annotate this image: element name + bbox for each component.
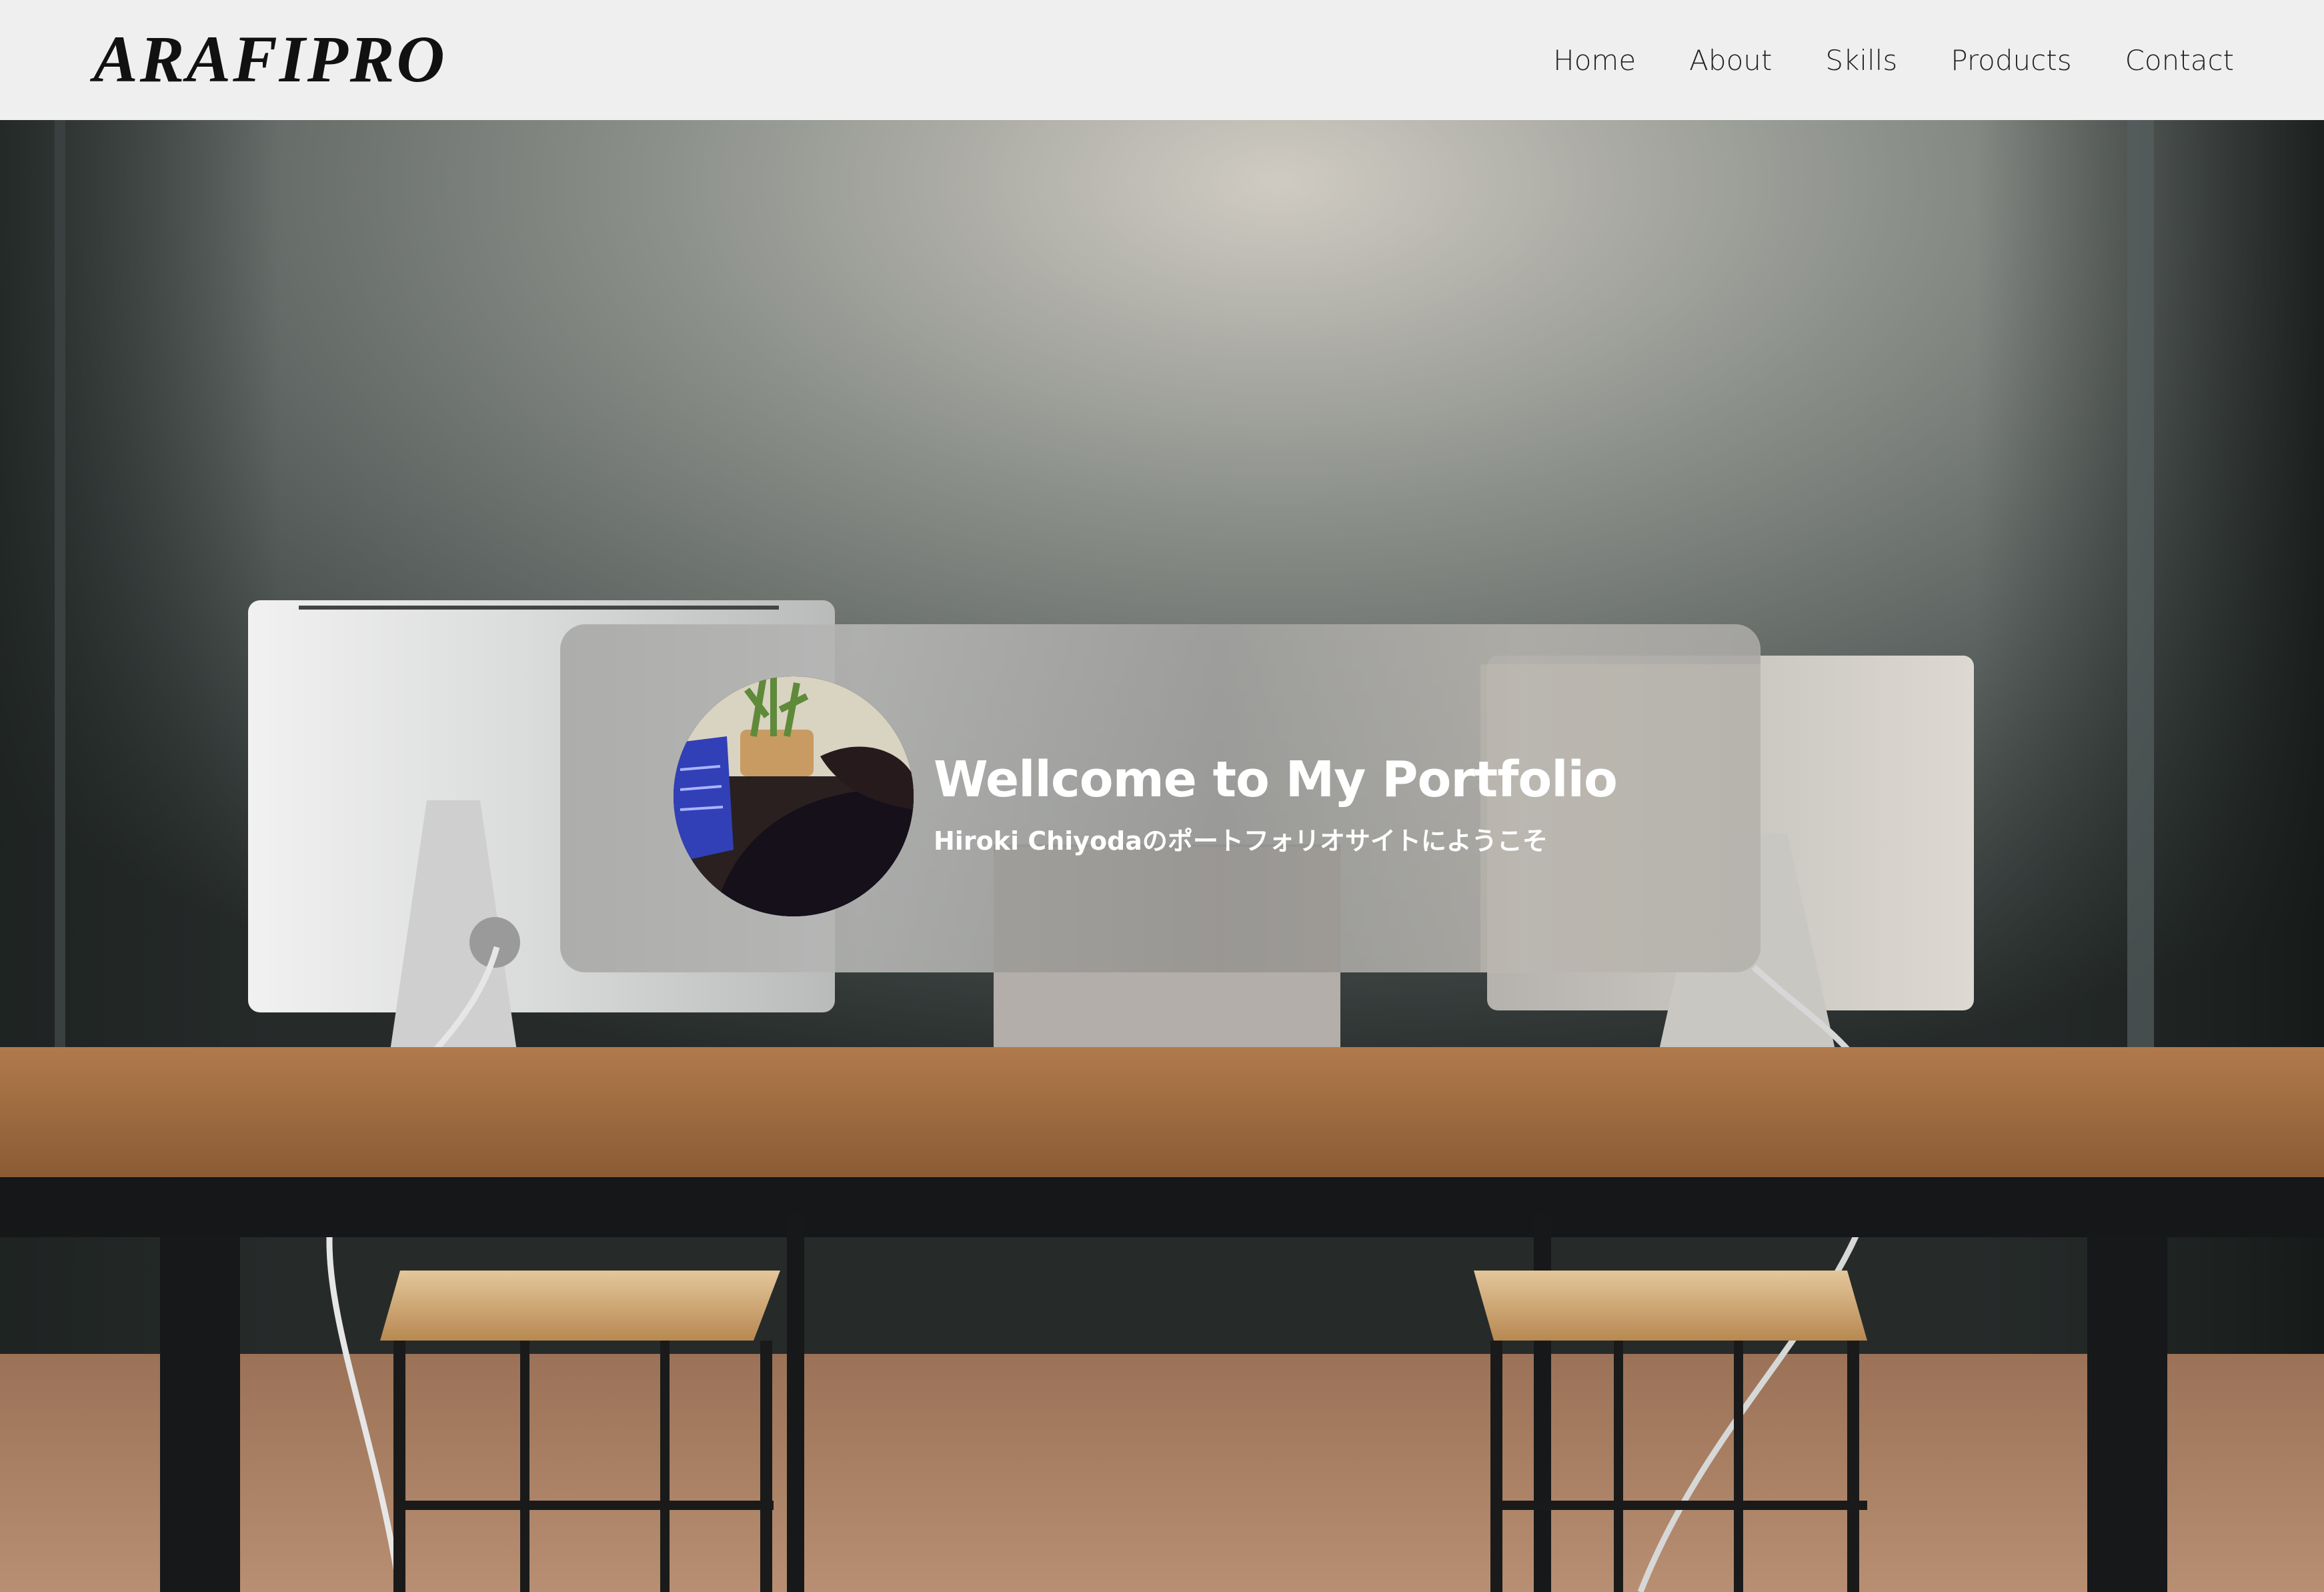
hero-title: Wellcome to My Portfolio: [934, 751, 1618, 808]
nav-contact-link[interactable]: Contact: [2125, 44, 2234, 77]
nav-skills-link[interactable]: Skills: [1825, 44, 1897, 77]
profile-avatar: [674, 676, 914, 916]
nav-home-link[interactable]: Home: [1553, 44, 1636, 77]
welcome-card: Wellcome to My Portfolio Hiroki Chiyodaの…: [560, 624, 1761, 972]
nav-about-link[interactable]: About: [1689, 44, 1772, 77]
site-logo[interactable]: ARAFIPRO: [93, 23, 447, 96]
site-header: ARAFIPRO Home About Skills Products Cont…: [0, 0, 2324, 120]
hero-subtitle: Hiroki Chiyodaのポートフォリオサイトにようこそ: [934, 826, 1548, 856]
hero-section: Wellcome to My Portfolio Hiroki Chiyodaの…: [0, 120, 2324, 1592]
main-nav: Home About Skills Products Contact: [1500, 0, 2234, 120]
avatar-photo: [674, 676, 914, 916]
nav-products-link[interactable]: Products: [1951, 44, 2071, 77]
